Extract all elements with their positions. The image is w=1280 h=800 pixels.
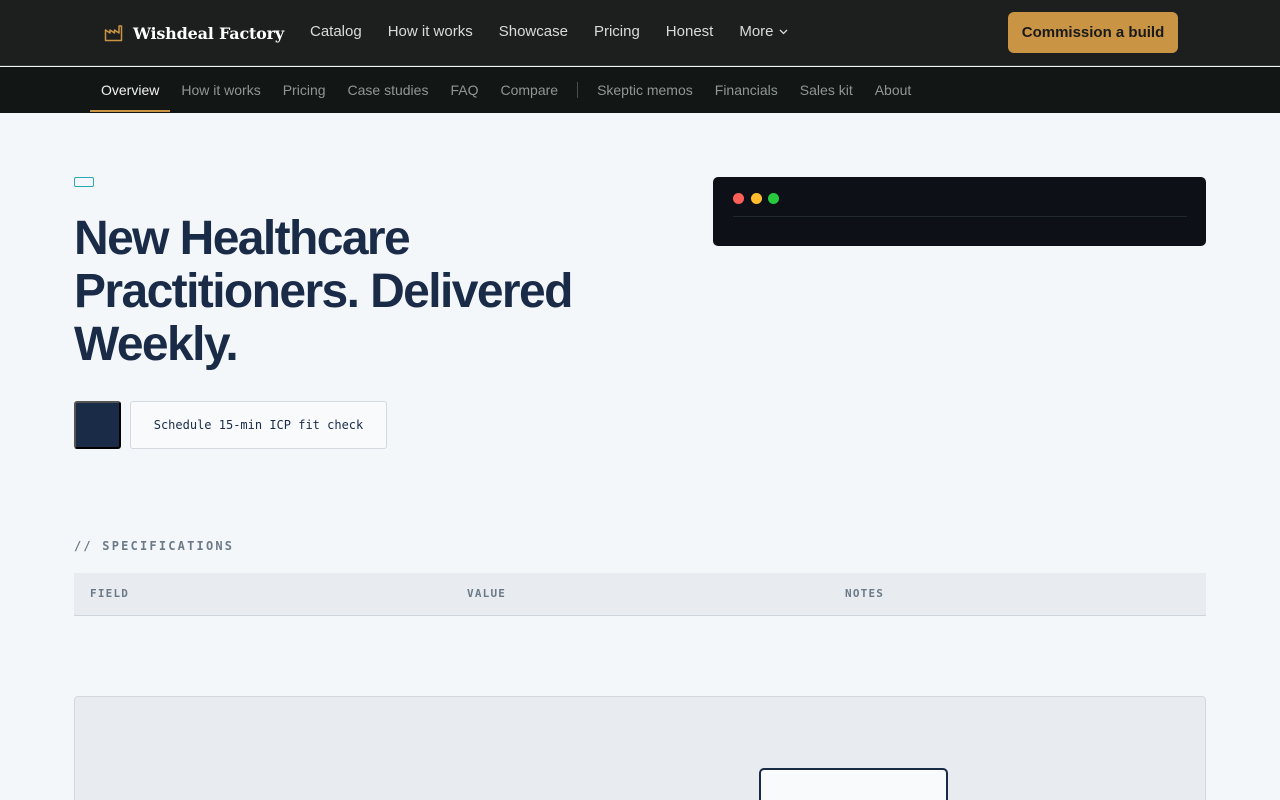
window-maximize-dot bbox=[768, 193, 779, 204]
main-nav: Catalog How it works Showcase Pricing Ho… bbox=[310, 22, 814, 42]
subnav-sales-kit[interactable]: Sales kit bbox=[789, 67, 864, 113]
window-minimize-dot bbox=[751, 193, 762, 204]
terminal-divider bbox=[733, 216, 1187, 217]
nav-pricing[interactable]: Pricing bbox=[594, 22, 640, 42]
hero-primary-button[interactable] bbox=[74, 401, 121, 449]
specifications-label: // SPECIFICATIONS bbox=[74, 539, 235, 553]
column-header-field: FIELD bbox=[90, 587, 130, 600]
sub-nav: Overview How it works Pricing Case studi… bbox=[0, 67, 1280, 113]
schedule-fit-check-button[interactable]: Schedule 15-min ICP fit check bbox=[130, 401, 387, 449]
subnav-case-studies[interactable]: Case studies bbox=[337, 67, 440, 113]
brand-link[interactable]: Wishdeal Factory bbox=[104, 20, 284, 46]
specs-table-header: FIELD VALUE NOTES bbox=[74, 573, 1206, 616]
hero-title: New Healthcare Practitioners. Delivered … bbox=[74, 212, 573, 371]
subnav-skeptic-memos[interactable]: Skeptic memos bbox=[586, 67, 704, 113]
subnav-faq[interactable]: FAQ bbox=[439, 67, 489, 113]
subnav-compare[interactable]: Compare bbox=[489, 67, 569, 113]
nav-honest[interactable]: Honest bbox=[666, 22, 714, 42]
hero-badge bbox=[74, 177, 94, 187]
commission-build-button[interactable]: Commission a build bbox=[1008, 12, 1178, 53]
subnav-financials[interactable]: Financials bbox=[704, 67, 789, 113]
nav-showcase[interactable]: Showcase bbox=[499, 22, 568, 42]
nav-how-it-works[interactable]: How it works bbox=[388, 22, 473, 42]
subnav-how-it-works[interactable]: How it works bbox=[170, 67, 271, 113]
chevron-down-icon bbox=[779, 29, 787, 35]
nav-more-label: More bbox=[739, 23, 774, 40]
content-panel bbox=[74, 696, 1206, 800]
nav-catalog[interactable]: Catalog bbox=[310, 22, 362, 42]
nav-more[interactable]: More bbox=[739, 22, 787, 42]
subnav-about[interactable]: About bbox=[864, 67, 923, 113]
subnav-pricing[interactable]: Pricing bbox=[272, 67, 337, 113]
factory-icon bbox=[104, 25, 123, 42]
terminal-window bbox=[713, 177, 1206, 246]
column-header-notes: NOTES bbox=[845, 587, 885, 600]
panel-outline-button[interactable] bbox=[759, 768, 948, 800]
subnav-divider bbox=[577, 82, 579, 98]
column-header-value: VALUE bbox=[467, 587, 507, 600]
brand-name: Wishdeal Factory bbox=[133, 23, 284, 43]
top-header: Wishdeal Factory Catalog How it works Sh… bbox=[0, 0, 1280, 66]
window-close-dot bbox=[733, 193, 744, 204]
subnav-overview[interactable]: Overview bbox=[90, 67, 171, 113]
